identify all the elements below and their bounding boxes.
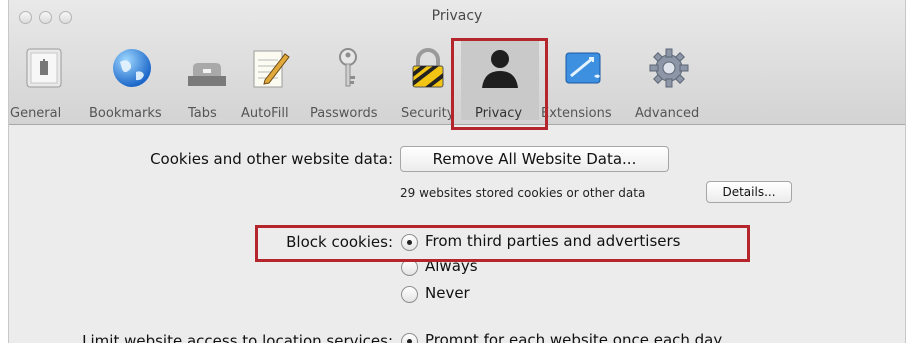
general-icon (26, 48, 62, 88)
remove-all-website-data-button[interactable]: Remove All Website Data... (400, 146, 669, 172)
location-services-label: Limit website access to location service… (82, 332, 393, 343)
highlight-box-privacy (451, 38, 548, 130)
toolbar-label: Security (401, 106, 455, 121)
window-title: Privacy (431, 8, 483, 24)
cookies-label: Cookies and other website data: (150, 150, 393, 168)
toolbar-autofill[interactable]: AutoFill (239, 40, 301, 121)
toolbar-label: Extensions (541, 106, 612, 121)
radio-label-location-prompt[interactable]: Prompt for each website once each day (425, 331, 722, 343)
toolbar-label: General (10, 106, 62, 121)
toolbar-bookmarks[interactable]: Bookmarks (89, 40, 171, 121)
globe-icon (113, 49, 151, 87)
toolbar-label: Advanced (635, 106, 700, 121)
toolbar-advanced[interactable]: Advanced (629, 40, 709, 121)
highlight-box-block-cookies (255, 225, 750, 262)
tabs-icon (188, 63, 226, 86)
gear-icon (649, 48, 689, 88)
radio-location-prompt[interactable] (401, 333, 418, 343)
radio-never[interactable] (401, 286, 418, 303)
radio-selected-dot (407, 339, 412, 343)
toolbar-label: Bookmarks (89, 106, 162, 121)
toolbar-label: AutoFill (241, 106, 289, 121)
preferences-window: Privacy General Bookmarks Tabs AutoFill … (8, 0, 906, 343)
details-button[interactable]: Details... (706, 181, 792, 203)
toolbar-passwords[interactable]: Passwords (309, 40, 389, 121)
key-icon (339, 48, 357, 87)
toolbar-label: Tabs (188, 106, 217, 121)
pencil-notepad-icon (253, 50, 290, 88)
toolbar-security[interactable]: Security (397, 40, 459, 121)
toolbar-label: Passwords (310, 106, 378, 121)
lock-icon (412, 48, 444, 88)
toolbar-extensions[interactable]: Extensions (541, 40, 629, 121)
puzzle-icon (565, 52, 601, 84)
radio-label-never[interactable]: Never (425, 284, 470, 302)
stored-cookies-note: 29 websites stored cookies or other data (400, 186, 646, 200)
toolbar-general[interactable]: General (9, 40, 85, 121)
toolbar-tabs[interactable]: Tabs (175, 40, 233, 121)
